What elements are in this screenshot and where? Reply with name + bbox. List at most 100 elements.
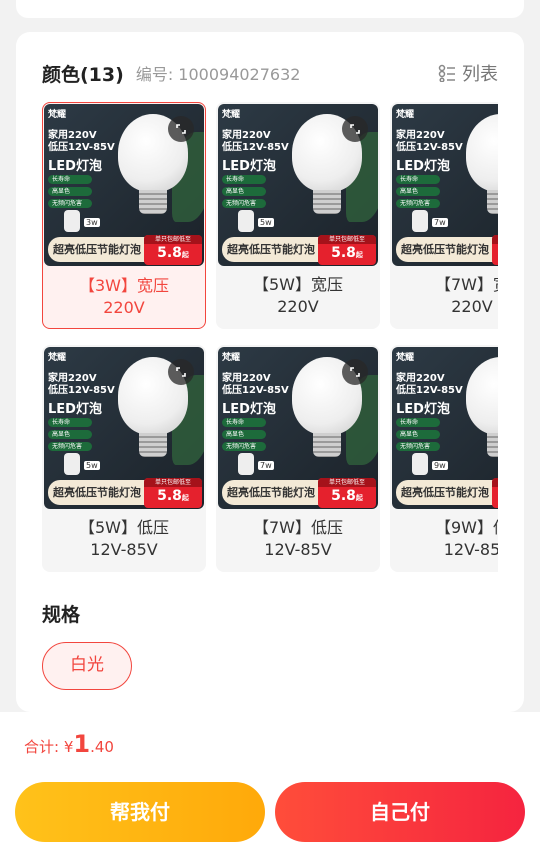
price-value: 5.8起	[318, 487, 376, 508]
option-label-line-1: 【5W】低压	[78, 518, 169, 537]
option-label-line-2: 12V-85V	[90, 540, 158, 559]
thumb-tag: 无频闪危害	[396, 199, 440, 208]
brand-mark: 梵耀	[222, 110, 241, 120]
product-option-card[interactable]: 梵耀 家用220V 低压12V-85V LED灯泡 长寿命 高显色 无频闪危害 9…	[390, 345, 498, 572]
thumb-banner: 超亮低压节能灯泡	[396, 480, 498, 505]
thumb-tag: 长寿命	[48, 418, 92, 427]
brand-mark: 梵耀	[222, 353, 241, 363]
option-label-line-2: 12V-85V	[264, 540, 332, 559]
thumb-line-1: 家用220V	[222, 130, 271, 141]
banner-text: 超亮低压节能灯泡	[401, 243, 489, 256]
thumb-caption: 家用220V 低压12V-85V	[48, 130, 115, 154]
pay-myself-button[interactable]: 自己付	[275, 782, 525, 842]
price-tag: 单只包邮低至 5.8起	[318, 478, 376, 508]
price-value: 5.8起	[144, 244, 202, 265]
mini-bulb	[238, 210, 254, 232]
price-tag: 单只包邮低至 5.8起	[492, 235, 498, 265]
thumb-tag: 长寿命	[48, 175, 92, 184]
zoom-button[interactable]	[168, 116, 194, 142]
thumb-line-1: 家用220V	[396, 130, 445, 141]
thumb-line-3: LED灯泡	[396, 159, 450, 174]
help-me-pay-button[interactable]: 帮我付	[15, 782, 265, 842]
total-decimal: .40	[90, 738, 114, 756]
product-option-card[interactable]: 梵耀 家用220V 低压12V-85V LED灯泡 长寿命 高显色 无频闪危害 7…	[216, 345, 380, 572]
option-label-line-1: 【7W】宽	[434, 275, 498, 294]
price-tag: 单只包邮低至 5.8起	[318, 235, 376, 265]
bulb-base	[487, 190, 498, 214]
thumb-line-2: 低压12V-85V	[222, 142, 289, 153]
thumb-tag: 高显色	[396, 430, 440, 439]
thumb-tag: 高显色	[222, 187, 266, 196]
banner-text: 超亮低压节能灯泡	[53, 486, 141, 499]
option-label: 【3W】宽压 220V	[43, 275, 205, 319]
product-thumbnail: 梵耀 家用220V 低压12V-85V LED灯泡 长寿命 高显色 无频闪危害 3…	[44, 104, 204, 266]
price-suffix: 起	[181, 494, 189, 502]
brand-mark: 梵耀	[48, 353, 67, 363]
price-suffix: 起	[181, 251, 189, 259]
price-value: 5.8起	[144, 487, 202, 508]
checkout-bar: 合计: ¥1.40 帮我付 自己付	[0, 712, 540, 849]
previous-card	[16, 0, 524, 18]
product-option-card[interactable]: 梵耀 家用220V 低压12V-85V LED灯泡 长寿命 高显色 无频闪危害 5…	[216, 102, 380, 329]
price-note: 单只包邮低至	[144, 235, 202, 244]
list-view-toggle[interactable]: 列表	[438, 60, 498, 86]
thumb-tag: 高显色	[222, 430, 266, 439]
spec-option-white-light[interactable]: 白光	[42, 642, 132, 690]
list-icon	[438, 64, 455, 82]
option-label-line-2: 220V	[277, 297, 319, 316]
zoom-button[interactable]	[342, 359, 368, 385]
thumb-line-3: LED灯泡	[396, 402, 450, 417]
option-label: 【5W】低压 12V-85V	[42, 517, 206, 561]
product-option-card[interactable]: 梵耀 家用220V 低压12V-85V LED灯泡 长寿命 高显色 无频闪危害 7…	[390, 102, 498, 329]
brand-mark: 梵耀	[396, 110, 415, 120]
price-number: 5.8	[331, 245, 356, 261]
price-note: 单只包邮低至	[144, 478, 202, 487]
zoom-button[interactable]	[342, 116, 368, 142]
thumb-line-1: 家用220V	[222, 373, 271, 384]
mini-bulb	[64, 453, 80, 475]
product-thumbnail: 梵耀 家用220V 低压12V-85V LED灯泡 长寿命 高显色 无频闪危害 9…	[392, 347, 498, 509]
price-value: 5.8起	[318, 244, 376, 265]
thumb-line-2: 低压12V-85V	[48, 142, 115, 153]
thumb-line-1: 家用220V	[48, 130, 97, 141]
thumb-tag: 高显色	[48, 430, 92, 439]
option-label: 【7W】低压 12V-85V	[216, 517, 380, 561]
option-label: 【9W】低 12V-85	[390, 517, 498, 561]
expand-icon	[350, 367, 360, 377]
option-label-line-1: 【3W】宽压	[78, 276, 169, 295]
thumb-tags: 长寿命 高显色 无频闪危害	[48, 418, 92, 454]
thumb-line-3: LED灯泡	[48, 402, 102, 417]
price-number: 5.8	[331, 488, 356, 504]
expand-icon	[176, 367, 186, 377]
product-option-card[interactable]: 梵耀 家用220V 低压12V-85V LED灯泡 长寿命 高显色 无频闪危害 3…	[42, 102, 206, 329]
bulb-base	[139, 433, 167, 457]
option-label-line-2: 220V	[451, 297, 493, 316]
spec-section-title: 规格	[42, 604, 81, 626]
expand-icon	[350, 124, 360, 134]
thumb-tag: 无频闪危害	[396, 442, 440, 451]
option-label: 【5W】宽压 220V	[216, 274, 380, 318]
thumb-tag: 长寿命	[222, 418, 266, 427]
wattage-badge: 7w	[258, 461, 274, 470]
price-suffix: 起	[355, 251, 363, 259]
product-option-card[interactable]: 梵耀 家用220V 低压12V-85V LED灯泡 长寿命 高显色 无频闪危害 5…	[42, 345, 206, 572]
thumb-line-2: 低压12V-85V	[222, 385, 289, 396]
thumb-caption: 家用220V 低压12V-85V	[222, 130, 289, 154]
thumb-banner: 超亮低压节能灯泡	[396, 237, 498, 262]
mini-bulb	[412, 210, 428, 232]
thumb-tag: 无频闪危害	[222, 442, 266, 451]
thumb-tags: 长寿命 高显色 无频闪危害	[48, 175, 92, 211]
zoom-button[interactable]	[168, 359, 194, 385]
thumb-tags: 长寿命 高显色 无频闪危害	[396, 175, 440, 211]
order-total: 合计: ¥1.40	[24, 730, 114, 758]
option-label-line-1: 【9W】低	[434, 518, 498, 537]
expand-icon	[176, 124, 186, 134]
thumb-tags: 长寿命 高显色 无频闪危害	[222, 418, 266, 454]
brand-mark: 梵耀	[396, 353, 415, 363]
price-number: 5.8	[157, 245, 182, 261]
list-view-label: 列表	[462, 64, 498, 85]
bulb-base	[139, 190, 167, 214]
total-integer: 1	[73, 730, 91, 758]
options-panel: 颜色(13) 编号: 100094027632 列表 梵耀 家用220V低压1	[16, 32, 524, 712]
thumb-line-3: LED灯泡	[222, 402, 276, 417]
